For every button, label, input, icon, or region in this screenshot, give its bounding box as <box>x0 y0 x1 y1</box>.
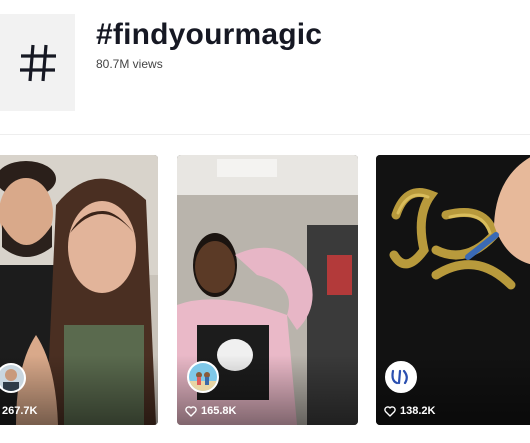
page-title: #findyourmagic <box>96 18 323 51</box>
like-button[interactable]: 138.2K <box>384 405 435 417</box>
like-count-text: 267.7K <box>2 405 38 417</box>
view-count: 80.7M views <box>96 57 163 71</box>
heart-icon <box>384 405 396 417</box>
video-card[interactable]: 165.8K <box>177 155 358 425</box>
hashtag-tile <box>0 14 75 111</box>
like-count: 267.7K <box>2 405 37 417</box>
creator-avatar[interactable] <box>187 361 219 393</box>
hash-icon <box>19 44 56 81</box>
like-count-text: 138.2K <box>400 405 436 417</box>
creator-avatar[interactable] <box>385 361 417 393</box>
heart-icon <box>185 405 197 417</box>
like-button[interactable]: 165.8K <box>185 405 236 417</box>
like-count-text: 165.8K <box>201 405 237 417</box>
divider <box>0 134 530 135</box>
avatar-image <box>189 363 217 391</box>
video-card[interactable]: 138.2K <box>376 155 530 425</box>
video-card[interactable]: 267.7K <box>0 155 158 425</box>
avatar-image <box>0 365 24 391</box>
avatar-image <box>387 363 415 391</box>
